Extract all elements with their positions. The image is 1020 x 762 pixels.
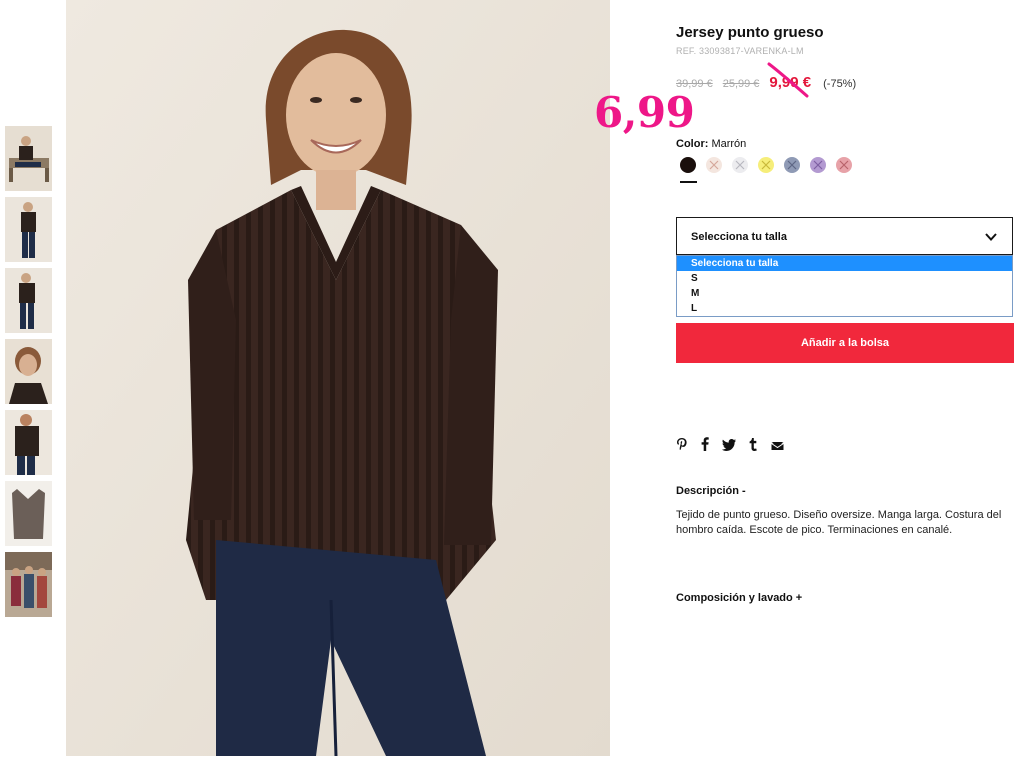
size-select-value: Selecciona tu talla (691, 231, 787, 243)
thumbnail-4[interactable] (5, 339, 52, 404)
discount-badge: (-75%) (823, 78, 857, 90)
swatch-purple[interactable] (810, 157, 826, 173)
unavailable-x-icon (735, 160, 745, 170)
product-reference: REF. 33093817-VARENKA-LM (676, 46, 804, 56)
swatch-pink[interactable] (836, 157, 852, 173)
size-select[interactable]: Selecciona tu talla (676, 217, 1013, 255)
tumblr-icon[interactable] (749, 437, 758, 456)
size-option-m[interactable]: M (677, 286, 1012, 301)
previous-price: 25,99 € (722, 78, 760, 90)
main-product-image (66, 0, 610, 756)
facebook-icon[interactable] (701, 437, 709, 456)
size-dropdown-list: Selecciona tu talla S M L (676, 255, 1013, 317)
unavailable-x-icon (839, 160, 849, 170)
thumbnail-gallery (5, 126, 53, 623)
sale-price-value: 9,99 € (769, 74, 812, 91)
twitter-icon[interactable] (722, 438, 736, 456)
product-title: Jersey punto grueso (676, 24, 824, 41)
selected-swatch-indicator (680, 181, 697, 183)
social-share-bar (676, 437, 797, 456)
swatch-brown-dark[interactable] (680, 157, 696, 173)
original-price: 39,99 € (676, 78, 713, 90)
size-option-l[interactable]: L (677, 301, 1012, 316)
size-option-s[interactable]: S (677, 271, 1012, 286)
swatch-light-grey[interactable] (732, 157, 748, 173)
thumbnail-5[interactable] (5, 410, 52, 475)
add-to-bag-button[interactable]: Añadir a la bolsa (676, 323, 1014, 363)
description-toggle[interactable]: Descripción - (676, 485, 746, 497)
unavailable-x-icon (787, 160, 797, 170)
color-label: Color: Marrón (676, 138, 746, 150)
description-text: Tejido de punto grueso. Diseño oversize.… (676, 509, 1002, 536)
size-option-placeholder[interactable]: Selecciona tu talla (677, 256, 1012, 271)
thumbnail-2[interactable] (5, 197, 52, 262)
price-row: 39,99 € 25,99 € 9,99 € (-75%) (676, 62, 857, 98)
sale-price: 9,99 € (767, 62, 812, 98)
swatch-yellow[interactable] (758, 157, 774, 173)
thumbnail-3[interactable] (5, 268, 52, 333)
swatch-blue-grey[interactable] (784, 157, 800, 173)
color-value: Marrón (711, 138, 747, 150)
unavailable-x-icon (813, 160, 823, 170)
unavailable-x-icon (761, 160, 771, 170)
thumbnail-6[interactable] (5, 481, 52, 546)
pinterest-icon[interactable] (676, 437, 688, 456)
handwritten-price-note: 6,99 (594, 88, 695, 137)
email-icon[interactable] (771, 438, 784, 456)
chevron-down-icon (985, 233, 997, 241)
color-swatches (680, 157, 862, 173)
composition-toggle[interactable]: Composición y lavado + (676, 592, 802, 604)
thumbnail-1[interactable] (5, 126, 52, 191)
swatch-peach[interactable] (706, 157, 722, 173)
color-label-key: Color: (676, 138, 709, 150)
unavailable-x-icon (709, 160, 719, 170)
thumbnail-7[interactable] (5, 552, 52, 617)
